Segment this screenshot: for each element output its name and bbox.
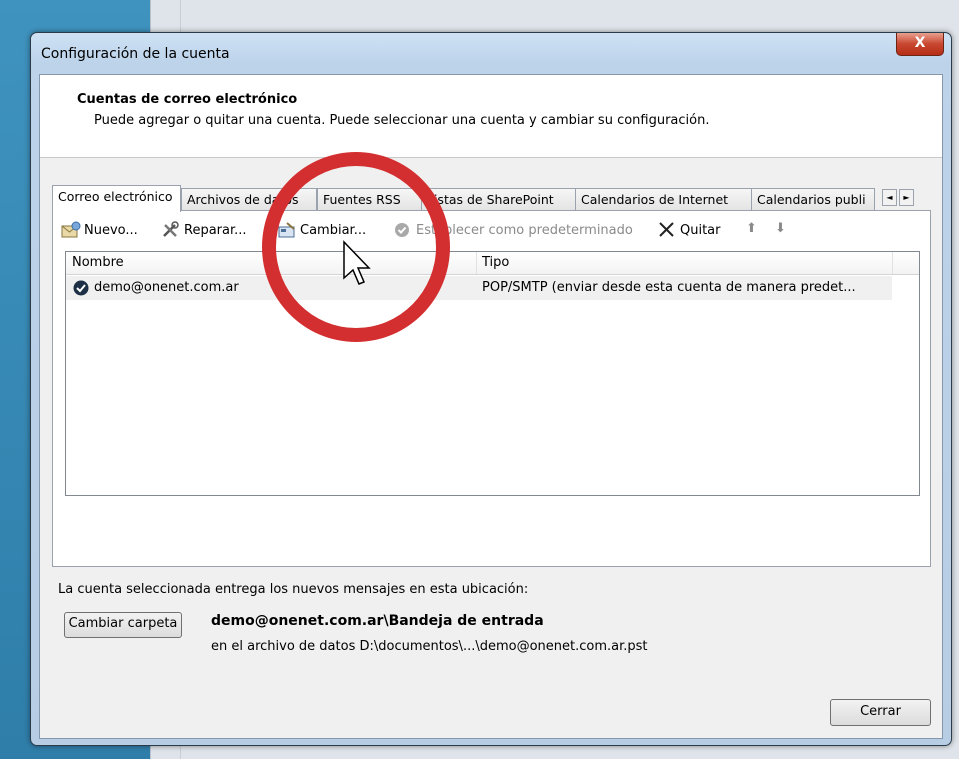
move-down-button[interactable]: ⬇ xyxy=(775,221,786,236)
dialog-title: Configuración de la cuenta xyxy=(41,46,230,62)
column-separator[interactable] xyxy=(892,252,893,274)
column-header-type[interactable]: Tipo xyxy=(476,252,882,274)
close-window-button[interactable]: X xyxy=(896,33,944,56)
header-title: Cuentas de correo electrónico xyxy=(77,92,298,107)
tab-strip: Correo electrónico Archivos de datos Fue… xyxy=(52,185,932,212)
repair-tools-icon xyxy=(161,221,181,239)
account-default-icon xyxy=(72,276,90,300)
repair-account-button[interactable]: Reparar... xyxy=(161,221,247,239)
remove-account-label: Quitar xyxy=(680,222,721,238)
tab-scroll-right-icon[interactable]: ► xyxy=(899,189,914,206)
account-name-cell: demo@onenet.com.ar xyxy=(94,280,239,295)
tab-email[interactable]: Correo electrónico xyxy=(52,185,181,212)
email-tab-panel: Nuevo... Reparar... Cambiar... Establece… xyxy=(52,210,931,567)
table-row[interactable]: demo@onenet.com.ar POP/SMTP (enviar desd… xyxy=(66,276,892,300)
repair-account-label: Reparar... xyxy=(184,222,247,238)
delivery-folder-path: demo@onenet.com.ar\Bandeja de entrada xyxy=(211,613,544,629)
list-header: Nombre Tipo xyxy=(66,252,919,275)
accounts-list: Nombre Tipo demo@onenet.com.ar POP/SMTP … xyxy=(65,251,920,496)
arrow-down-icon: ⬇ xyxy=(775,221,786,236)
accounts-toolbar: Nuevo... Reparar... Cambiar... Establece… xyxy=(61,217,921,243)
arrow-up-icon: ⬆ xyxy=(746,221,757,236)
account-settings-dialog: Configuración de la cuenta X Cuentas de … xyxy=(30,32,952,746)
move-up-button[interactable]: ⬆ xyxy=(746,221,757,236)
dialog-titlebar[interactable]: Configuración de la cuenta X xyxy=(31,33,951,73)
data-file-path: en el archivo de datos D:\documentos\...… xyxy=(211,639,648,654)
close-button[interactable]: Cerrar xyxy=(830,699,931,726)
delivery-location-label: La cuenta seleccionada entrega los nuevo… xyxy=(58,582,529,597)
tab-internet-calendars[interactable]: Calendarios de Internet xyxy=(575,188,753,211)
header-area: Cuentas de correo electrónico Puede agre… xyxy=(40,75,942,158)
remove-account-button[interactable]: Quitar xyxy=(657,221,721,239)
mouse-cursor-icon xyxy=(342,240,372,290)
tab-scroll-left-icon[interactable]: ◄ xyxy=(882,189,897,206)
close-x-icon xyxy=(657,221,677,239)
tab-sharepoint-lists[interactable]: Listas de SharePoint xyxy=(421,188,577,211)
dialog-client-area: Cuentas de correo electrónico Puede agre… xyxy=(39,74,943,739)
change-folder-button[interactable]: Cambiar carpeta xyxy=(64,612,182,638)
tab-published-calendars[interactable]: Calendarios publi xyxy=(751,188,875,211)
header-subtitle: Puede agregar o quitar una cuenta. Puede… xyxy=(94,113,710,128)
new-account-label: Nuevo... xyxy=(84,222,138,238)
account-type-cell: POP/SMTP (enviar desde esta cuenta de ma… xyxy=(482,280,856,295)
new-account-icon xyxy=(61,221,81,239)
new-account-button[interactable]: Nuevo... xyxy=(61,221,138,239)
